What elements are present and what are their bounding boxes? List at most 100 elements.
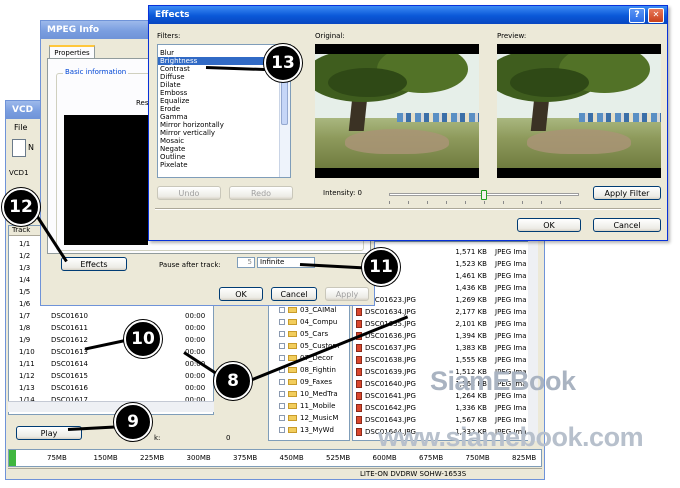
file-type: JPEG Ima (495, 272, 527, 280)
filter-item[interactable]: Outline (158, 153, 280, 161)
file-type: JPEG Ima (495, 356, 527, 364)
expand-plus-icon[interactable] (279, 379, 285, 385)
capacity-tick-label: 525MB (326, 454, 351, 462)
expand-plus-icon[interactable] (279, 427, 285, 433)
expand-plus-icon[interactable] (279, 319, 285, 325)
folder-item[interactable]: 09_Faxes (269, 376, 349, 388)
file-row[interactable]: DSC01636.JPG 1,394 KB JPEG Ima (353, 330, 537, 342)
folder-name: 05_Cars (300, 330, 329, 338)
mpeg-apply-button[interactable]: Apply (325, 287, 369, 301)
track-time: 00:00 (185, 372, 206, 380)
redo-button[interactable]: Redo (229, 186, 293, 200)
track-name: DSC01610 (51, 312, 88, 320)
expand-plus-icon[interactable] (279, 403, 285, 409)
filter-item[interactable]: Erode (158, 105, 280, 113)
expand-plus-icon[interactable] (279, 355, 285, 361)
filter-item[interactable]: Pixelate (158, 161, 280, 169)
track-number: 1/12 (19, 372, 35, 380)
track-row[interactable]: 1/8 DSC01611 00:00 (9, 323, 213, 334)
help-icon[interactable]: ? (629, 8, 645, 23)
file-type: JPEG Ima (495, 332, 527, 340)
filter-item[interactable]: Gamma (158, 113, 280, 121)
mpeg-ok-button[interactable]: OK (219, 287, 263, 301)
file-type: JPEG Ima (495, 320, 527, 328)
close-icon[interactable]: ✕ (648, 8, 664, 23)
track-name: DSC01615 (51, 372, 88, 380)
effects-separator (155, 208, 661, 210)
intensity-slider[interactable] (389, 190, 579, 204)
capacity-tick-label: 150MB (93, 454, 118, 462)
folder-item[interactable]: 05_Cars (269, 328, 349, 340)
filter-item[interactable]: Dilate (158, 81, 280, 89)
intensity-label: Intensity: 0 (323, 189, 362, 197)
folder-name: 11_Mobile (300, 402, 336, 410)
folder-item[interactable]: 11_Mobile (269, 400, 349, 412)
menu-file[interactable]: File (14, 123, 27, 132)
track-number: 1/7 (19, 312, 31, 320)
filter-item[interactable]: Negate (158, 145, 280, 153)
folder-item[interactable]: 12_MusicM (269, 412, 349, 424)
track-row[interactable]: 1/12 DSC01615 00:00 (9, 371, 213, 382)
mpeg-cancel-button[interactable]: Cancel (271, 287, 317, 301)
effects-cancel-button[interactable]: Cancel (593, 218, 661, 232)
callout-10: 10 (124, 320, 162, 358)
undo-button[interactable]: Undo (157, 186, 221, 200)
file-row[interactable]: DSC01634.JPG 2,177 KB JPEG Ima (353, 306, 537, 318)
expand-plus-icon[interactable] (279, 415, 285, 421)
file-size: 1,555 KB (455, 356, 487, 364)
pause-value-field[interactable]: 5 (237, 257, 255, 268)
folder-icon (288, 415, 297, 421)
expand-plus-icon[interactable] (279, 343, 285, 349)
capacity-tick-label: 750MB (465, 454, 490, 462)
tab-properties[interactable]: Properties (49, 45, 95, 59)
file-row[interactable]: DSC01637.JPG 1,383 KB JPEG Ima (353, 342, 537, 354)
effects-ok-button[interactable]: OK (517, 218, 581, 232)
filter-item[interactable]: Diffuse (158, 73, 280, 81)
apply-filter-button[interactable]: Apply Filter (593, 186, 661, 200)
expand-plus-icon[interactable] (279, 331, 285, 337)
filter-item[interactable]: Mirror horizontally (158, 121, 280, 129)
file-row[interactable]: DSC01642.JPG 1,336 KB JPEG Ima (353, 402, 537, 414)
jpeg-file-icon (356, 356, 362, 364)
folder-item[interactable]: 10_MedTra (269, 388, 349, 400)
file-name: DSC01638.JPG (365, 356, 416, 364)
track-row[interactable]: 1/13 DSC01616 00:00 (9, 383, 213, 394)
status-zero: 0 (226, 434, 231, 442)
filter-item[interactable]: Equalize (158, 97, 280, 105)
track-hscroll[interactable] (8, 401, 214, 412)
file-row[interactable]: DSC01638.JPG 1,555 KB JPEG Ima (353, 354, 537, 366)
track-number: 1/9 (19, 336, 31, 344)
new-document-icon[interactable] (12, 139, 26, 157)
intensity-thumb[interactable] (481, 190, 487, 200)
filter-item[interactable]: Mosaic (158, 137, 280, 145)
filter-item[interactable]: Brightness (158, 57, 280, 65)
expand-plus-icon[interactable] (279, 307, 285, 313)
folder-item[interactable]: 13_MyWd (269, 424, 349, 436)
file-name: DSC01642.JPG (365, 404, 416, 412)
filter-item[interactable]: Emboss (158, 89, 280, 97)
track-number: 1/2 (19, 252, 31, 260)
folder-item[interactable]: 04_Compu (269, 316, 349, 328)
filters-label: Filters: (157, 32, 181, 40)
track-row[interactable]: 1/11 DSC01614 00:00 (9, 359, 213, 370)
file-type: JPEG Ima (495, 296, 527, 304)
track-number: 1/5 (19, 288, 31, 296)
filter-item[interactable]: Mirror vertically (158, 129, 280, 137)
intensity-ticks (389, 201, 579, 204)
expand-plus-icon[interactable] (279, 391, 285, 397)
track-row[interactable]: 1/7 DSC01610 00:00 (9, 311, 213, 322)
effects-title-bar[interactable]: Effects ? ✕ (149, 6, 667, 24)
callout-13: 13 (264, 44, 302, 82)
track-number: 1/4 (19, 276, 31, 284)
folder-name: 13_MyWd (300, 426, 334, 434)
filter-item[interactable]: Blur (158, 49, 280, 57)
file-size: 1,394 KB (455, 332, 487, 340)
jpeg-file-icon (356, 308, 362, 316)
file-row[interactable]: DSC01623.JPG 1,269 KB JPEG Ima (353, 294, 537, 306)
file-vscroll[interactable] (528, 241, 538, 441)
folder-name: 09_Faxes (300, 378, 332, 386)
drive-label: LITE-ON DVDRW SOHW-1653S (360, 470, 467, 478)
effects-button[interactable]: Effects (61, 257, 127, 271)
toolbar-new-label: N (28, 143, 34, 152)
folder-icon (288, 379, 297, 385)
